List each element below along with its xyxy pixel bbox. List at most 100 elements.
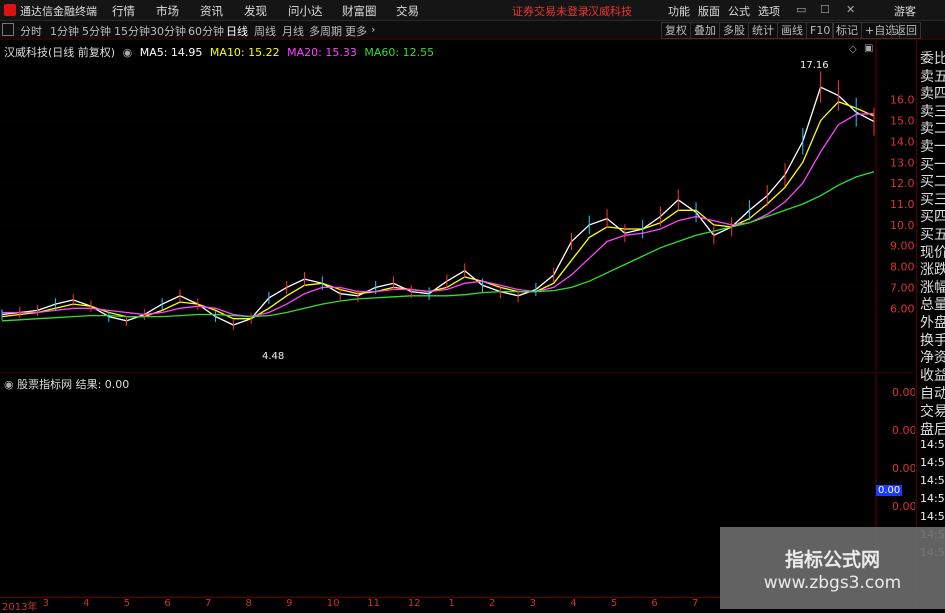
indicator-tick-label: 0.00 xyxy=(892,386,915,399)
menu-discover[interactable]: 发现 xyxy=(244,3,267,19)
diamond-icon[interactable]: ◇ xyxy=(849,44,857,55)
date-tick-label: 5 xyxy=(123,598,131,609)
date-tick-label: 9 xyxy=(286,598,293,609)
indicator-info-line: ◉ 股票指标网 结果: 0.00 xyxy=(4,376,129,392)
period-weekly[interactable]: 周线 xyxy=(254,23,276,39)
back-button[interactable]: 返回 xyxy=(891,22,921,39)
multi-stock-button[interactable]: 多股 xyxy=(719,22,749,39)
menu-formula[interactable]: 公式 xyxy=(728,3,750,19)
sidebar-toggle-icon[interactable] xyxy=(2,23,14,36)
chart-info-line: 汉威科技(日线 前复权) ◉ MA5: 14.95 MA10: 15.22 MA… xyxy=(4,44,438,60)
date-tick-label: 7 xyxy=(204,598,212,609)
overlay-button[interactable]: 叠加 xyxy=(690,22,720,39)
series-line-ma60 xyxy=(1,171,875,322)
watermark-title: 指标公式网 xyxy=(784,549,880,571)
period-daily[interactable]: 日线 xyxy=(226,23,248,39)
period-60min[interactable]: 60分钟 xyxy=(188,23,224,39)
menu-wealth[interactable]: 财富圈 xyxy=(342,3,377,19)
watermark: 指标公式网 www.zbgs3.com xyxy=(720,527,945,609)
menu-market-quotes[interactable]: 行情 xyxy=(112,3,135,19)
minimize-icon[interactable]: ▭ xyxy=(796,3,806,16)
stats-button[interactable]: 统计 xyxy=(748,22,778,39)
tick-time: 14:50 xyxy=(920,438,945,451)
tick-time: 14:50 xyxy=(920,510,945,523)
indicator-current-value: 0.00 xyxy=(876,485,903,496)
menu-ask[interactable]: 问小达 xyxy=(288,3,323,19)
restore-icon[interactable]: ☐ xyxy=(820,3,830,16)
side-trade-label[interactable]: 交易 xyxy=(920,401,945,421)
indicator-tick-label: 0.00 xyxy=(892,424,915,437)
date-tick-label: 10 xyxy=(326,598,340,609)
period-5min[interactable]: 5分钟 xyxy=(82,23,111,39)
indicator-grid: 0.00 0.00 0.00 0.00 xyxy=(0,386,915,513)
price-tick-label: 15.00 xyxy=(890,115,915,128)
indicator-settings-icon[interactable]: ◉ xyxy=(4,378,14,391)
f10-button[interactable]: F10 xyxy=(806,22,835,39)
period-1min[interactable]: 1分钟 xyxy=(50,23,79,39)
kline-chart[interactable]: 16.00 15.00 14.00 13.00 12.00 11.00 10.00 9.00 8… xyxy=(0,40,915,370)
high-price-label: 17.16 xyxy=(800,60,829,71)
menu-market[interactable]: 市场 xyxy=(156,3,179,19)
title-bar: 通达信金融终端 行情 市场 资讯 发现 问小达 财富圈 交易 证券交易未登录 汉… xyxy=(0,0,945,21)
ma20-label: MA20: 15.33 xyxy=(287,46,357,59)
close-icon[interactable]: ✕ xyxy=(846,3,855,16)
app-name: 通达信金融终端 xyxy=(20,5,97,18)
price-axis: 16.00 15.00 14.00 13.00 12.00 11.00 10.00 9.00 8… xyxy=(890,94,915,316)
login-warning[interactable]: 证券交易未登录 xyxy=(512,3,589,19)
date-tick-label: 6 xyxy=(651,598,658,609)
period-more[interactable]: 更多 xyxy=(345,23,367,39)
date-tick-label: 1 xyxy=(448,598,455,609)
menu-layout[interactable]: 版面 xyxy=(698,3,720,19)
indicator-tick-label: 0.00 xyxy=(892,462,915,475)
ma-lines xyxy=(1,71,875,330)
draw-line-button[interactable]: 画线 xyxy=(777,22,807,39)
menu-options[interactable]: 选项 xyxy=(758,3,780,19)
chevron-right-icon[interactable]: › xyxy=(371,23,375,36)
menu-trade[interactable]: 交易 xyxy=(396,3,419,19)
period-30min[interactable]: 30分钟 xyxy=(150,23,186,39)
date-tick-label: 12 xyxy=(407,598,421,609)
ma10-label: MA10: 15.22 xyxy=(209,46,280,59)
period-monthly[interactable]: 月线 xyxy=(282,23,304,39)
period-15min[interactable]: 15分钟 xyxy=(114,23,150,39)
price-tick-label: 10.00 xyxy=(890,219,915,232)
order-book-panel: 委比 卖五 卖四 卖三 卖二 卖一 买一 买二 买三 买四 买五 现价 涨跌 涨幅 总量 外盘 换手 净资 收益 自动… xyxy=(916,40,945,609)
tick-time: 14:50 xyxy=(920,492,945,505)
app-logo-icon xyxy=(4,4,16,16)
indicator-tick-label: 0.00 xyxy=(892,500,915,513)
date-tick-label: 2 xyxy=(489,598,496,609)
price-tick-label: 9.00 xyxy=(890,240,915,253)
menu-function[interactable]: 功能 xyxy=(668,3,690,19)
price-tick-label: 8.00 xyxy=(890,261,915,274)
series-line-ma20 xyxy=(2,113,875,318)
tick-time: 14:50 xyxy=(920,456,945,469)
date-tick-label: 5 xyxy=(610,598,618,609)
side-trade-label[interactable]: 自动 xyxy=(920,383,945,403)
adjust-button[interactable]: 复权 xyxy=(661,22,691,39)
guest-login[interactable]: 游客 xyxy=(894,3,916,19)
period-toolbar: 分时 1分钟 5分钟 15分钟 30分钟 60分钟 日线 周线 月线 多周期 更… xyxy=(0,21,945,40)
price-tick-label: 12.00 xyxy=(890,177,915,190)
watermark-url: www.zbgs3.com xyxy=(763,573,902,593)
price-grid xyxy=(0,99,876,309)
date-tick-label: 2013年 xyxy=(2,602,38,613)
side-field-label[interactable]: 收益 xyxy=(920,365,945,385)
chart-title: 汉威科技(日线 前复权) xyxy=(4,46,116,59)
period-intraday[interactable]: 分时 xyxy=(20,23,42,39)
menu-news[interactable]: 资讯 xyxy=(200,3,223,19)
ma60-label: MA60: 12.55 xyxy=(364,46,435,59)
price-tick-label: 11.00 xyxy=(890,198,915,211)
maximize-chart-icon[interactable]: ▣ xyxy=(864,43,873,54)
indicator-name: 股票指标网 xyxy=(17,378,73,391)
tick-time: 14:50 xyxy=(920,474,945,487)
ma5-label: MA5: 14.95 xyxy=(139,46,203,59)
indicator-result: 结果: 0.00 xyxy=(75,378,130,391)
settings-dot-icon[interactable]: ◉ xyxy=(123,46,133,59)
price-tick-label: 6.00 xyxy=(890,302,915,315)
side-trade-label[interactable]: 盘后 xyxy=(920,419,945,439)
period-multi[interactable]: 多周期 xyxy=(309,23,342,39)
date-tick-label: 4 xyxy=(570,598,577,609)
mark-button[interactable]: 标记 xyxy=(832,22,862,39)
date-tick-label: 4 xyxy=(83,598,90,609)
series-line-ma10 xyxy=(1,101,875,320)
